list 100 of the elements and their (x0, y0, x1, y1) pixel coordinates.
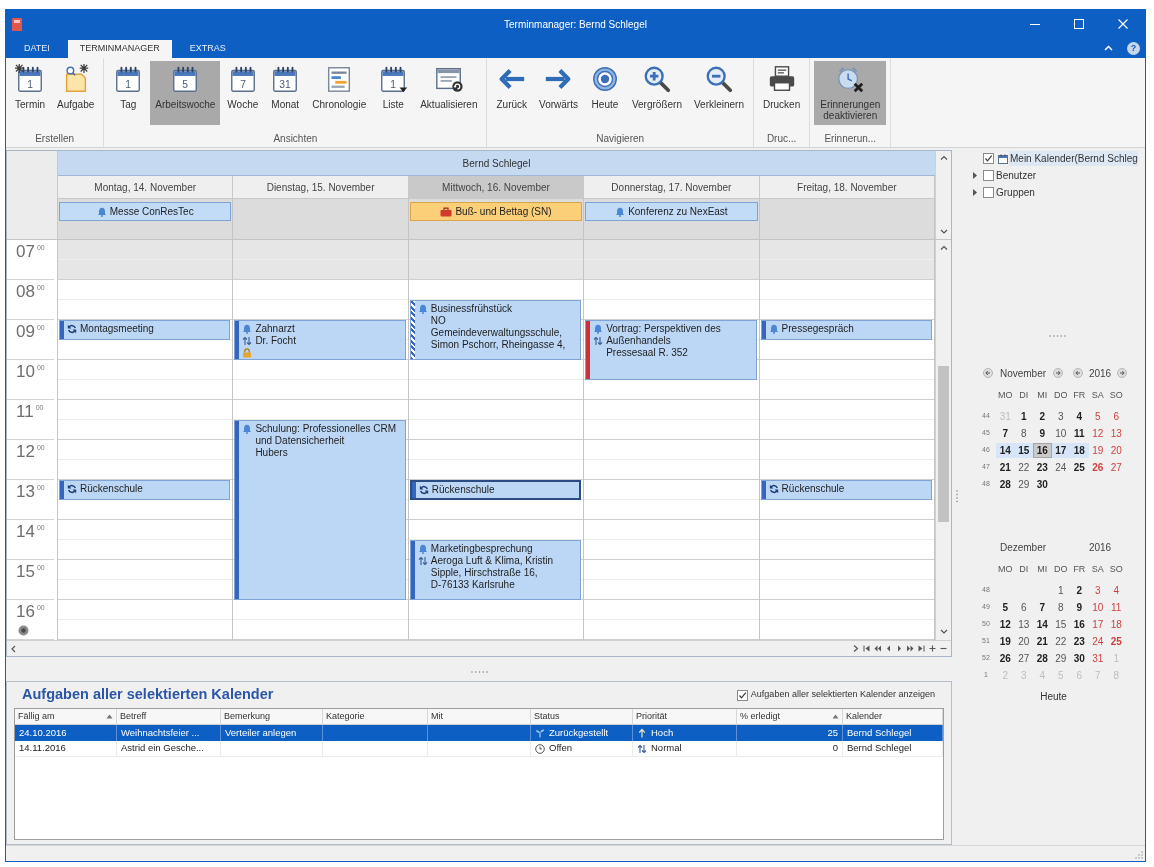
ribbon-button[interactable]: 31 Monat (265, 61, 306, 125)
chevron-up-icon[interactable] (939, 155, 948, 161)
checkbox[interactable] (983, 170, 994, 181)
calendar-day[interactable]: 26 (1088, 460, 1107, 475)
ribbon-button[interactable]: Vergrößern (626, 61, 687, 125)
calendar-day[interactable]: 23 (1033, 460, 1052, 475)
calendar-day[interactable]: 14 (1033, 617, 1052, 632)
calendar-day[interactable]: 16 (1033, 443, 1052, 458)
appointment[interactable]: Rückenschule (760, 480, 932, 500)
calendar-day[interactable]: 13 (1107, 426, 1126, 441)
column-header[interactable]: Betreff (117, 709, 221, 724)
calendar-day[interactable]: 6 (1107, 409, 1126, 424)
circle-icon[interactable] (18, 625, 29, 636)
calendar-day[interactable]: 14 (996, 443, 1015, 458)
calendar-day[interactable]: 28 (1033, 651, 1052, 666)
appointment[interactable]: Rückenschule (409, 480, 582, 500)
rewind-icon[interactable] (874, 645, 881, 652)
arrow-right-icon[interactable] (1117, 368, 1127, 378)
chevron-down-icon[interactable] (939, 229, 948, 235)
tree-item[interactable]: Gruppen (995, 185, 1035, 200)
calendar-day[interactable]: 31 (1088, 651, 1107, 666)
checkbox[interactable] (983, 187, 994, 198)
column-header[interactable]: % erledigt (737, 709, 843, 724)
ribbon-button[interactable]: Heute (584, 61, 625, 125)
arrow-left-icon[interactable] (1073, 368, 1083, 378)
calendar-day[interactable]: 30 (1033, 477, 1052, 492)
column-header[interactable]: Status (531, 709, 633, 724)
calendar-day[interactable]: 15 (1051, 617, 1070, 632)
calendar-day[interactable]: 2 (1033, 409, 1052, 424)
ribbon-button[interactable]: 7 Woche (222, 61, 264, 125)
calendar-day[interactable]: 12 (1088, 426, 1107, 441)
appointment[interactable]: Marketingbesprechung Aeroga Luft & Klima, Kristin Sipple, Hirschstraße 16, D-76133 Karlsruhe (409, 540, 582, 600)
calendar-day[interactable]: 2 (1070, 583, 1089, 598)
calendar-day[interactable]: 4 (1107, 583, 1126, 598)
all-day-event[interactable]: Messe ConResTec (59, 202, 232, 221)
calendar-day[interactable]: 29 (1051, 651, 1070, 666)
column-header[interactable]: Priorität (633, 709, 737, 724)
appointment[interactable]: Montagsmeeting (59, 320, 231, 340)
expand-arrow-icon[interactable] (973, 189, 977, 196)
calendar-day[interactable]: 20 (1014, 634, 1033, 649)
all-day-event[interactable]: Buß- und Bettag (SN) (409, 202, 583, 221)
column-header[interactable]: Kategorie (323, 709, 428, 724)
calendar-day[interactable]: 8 (1051, 600, 1070, 615)
resize-grip-icon[interactable] (1135, 851, 1143, 859)
appointment[interactable]: Rückenschule (59, 480, 231, 500)
appointment[interactable]: Vortrag: Perspektiven des Außenhandels Pressesaal R. 352 (585, 320, 757, 380)
minus-icon[interactable] (940, 645, 947, 652)
calendar-day[interactable]: 19 (996, 634, 1015, 649)
ribbon-button[interactable]: Zurück (491, 61, 533, 125)
calendar-day[interactable]: 20 (1107, 443, 1126, 458)
help-button[interactable]: ? (1127, 41, 1140, 55)
ribbon-button[interactable]: Vorwärts (534, 61, 583, 125)
appointment[interactable]: Schulung: Professionelles CRM und Datensicherheit Hubers (234, 420, 406, 600)
expand-arrow-icon[interactable] (973, 172, 977, 179)
calendar-day[interactable]: 10 (1088, 600, 1107, 615)
skip-back-icon[interactable] (863, 645, 870, 652)
checkbox[interactable] (983, 153, 994, 164)
column-header[interactable]: Fällig am (15, 709, 117, 724)
ribbon-button[interactable]: Verkleinern (688, 61, 749, 125)
fast-forward-icon[interactable] (907, 645, 914, 652)
plus-icon[interactable] (929, 645, 936, 652)
ribbon-button[interactable]: 5 Arbeitswoche (150, 61, 221, 125)
ribbon-button[interactable]: Aktualisieren (415, 61, 483, 125)
ribbon-tab[interactable]: DATEI (12, 40, 62, 58)
calendar-day[interactable]: 5 (996, 600, 1015, 615)
calendar-day[interactable]: 21 (1033, 634, 1052, 649)
ribbon-tab[interactable]: TERMINMANAGER (67, 40, 172, 58)
ribbon-button[interactable]: 1 Liste (373, 61, 414, 125)
calendar-day[interactable]: 10 (1051, 426, 1070, 441)
calendar-day[interactable]: 4 (1070, 409, 1089, 424)
calendar-day[interactable]: 28 (996, 477, 1015, 492)
chevron-right-icon[interactable] (852, 645, 859, 652)
appointment[interactable]: Pressegespräch (760, 320, 932, 340)
calendar-day[interactable]: 1 (1014, 409, 1033, 424)
checkbox[interactable] (736, 689, 748, 701)
calendar-day[interactable]: 11 (1070, 426, 1089, 441)
calendar-day[interactable]: 18 (1107, 617, 1126, 632)
calendar-day[interactable]: 27 (1107, 460, 1126, 475)
calendar-day[interactable]: 24 (1051, 460, 1070, 475)
ribbon-button[interactable]: Erinnerungen deaktivieren (814, 61, 887, 125)
calendar-day[interactable]: 21 (996, 460, 1015, 475)
skip-forward-icon[interactable] (918, 645, 925, 652)
calendar-day[interactable]: 23 (1070, 634, 1089, 649)
calendar-day[interactable]: 24 (1088, 634, 1107, 649)
ribbon-button[interactable]: 1 Tag (108, 61, 149, 125)
calendar-day[interactable]: 26 (996, 651, 1015, 666)
calendar-day[interactable]: 3 (1088, 583, 1107, 598)
ribbon-tab[interactable]: EXTRAS (177, 40, 238, 58)
calendar-day[interactable]: 22 (1014, 460, 1033, 475)
tree-item[interactable]: Mein Kalender(Bernd Schleg (1009, 151, 1138, 166)
calendar-day[interactable]: 16 (1070, 617, 1089, 632)
calendar-day[interactable]: 1 (1051, 583, 1070, 598)
tree-item[interactable]: Benutzer (995, 168, 1037, 183)
calendar-day[interactable]: 29 (1014, 477, 1033, 492)
ribbon-button[interactable]: Aufgabe (52, 61, 100, 125)
calendar-day[interactable]: 8 (1014, 426, 1033, 441)
calendar-day[interactable]: 22 (1051, 634, 1070, 649)
scrollbar-thumb[interactable] (938, 366, 949, 522)
calendar-day[interactable]: 7 (1033, 600, 1052, 615)
table-row[interactable]: 14.11.2016 Astrid ein Gesche... Offen Normal 0 Bernd Schlegel (15, 741, 943, 757)
